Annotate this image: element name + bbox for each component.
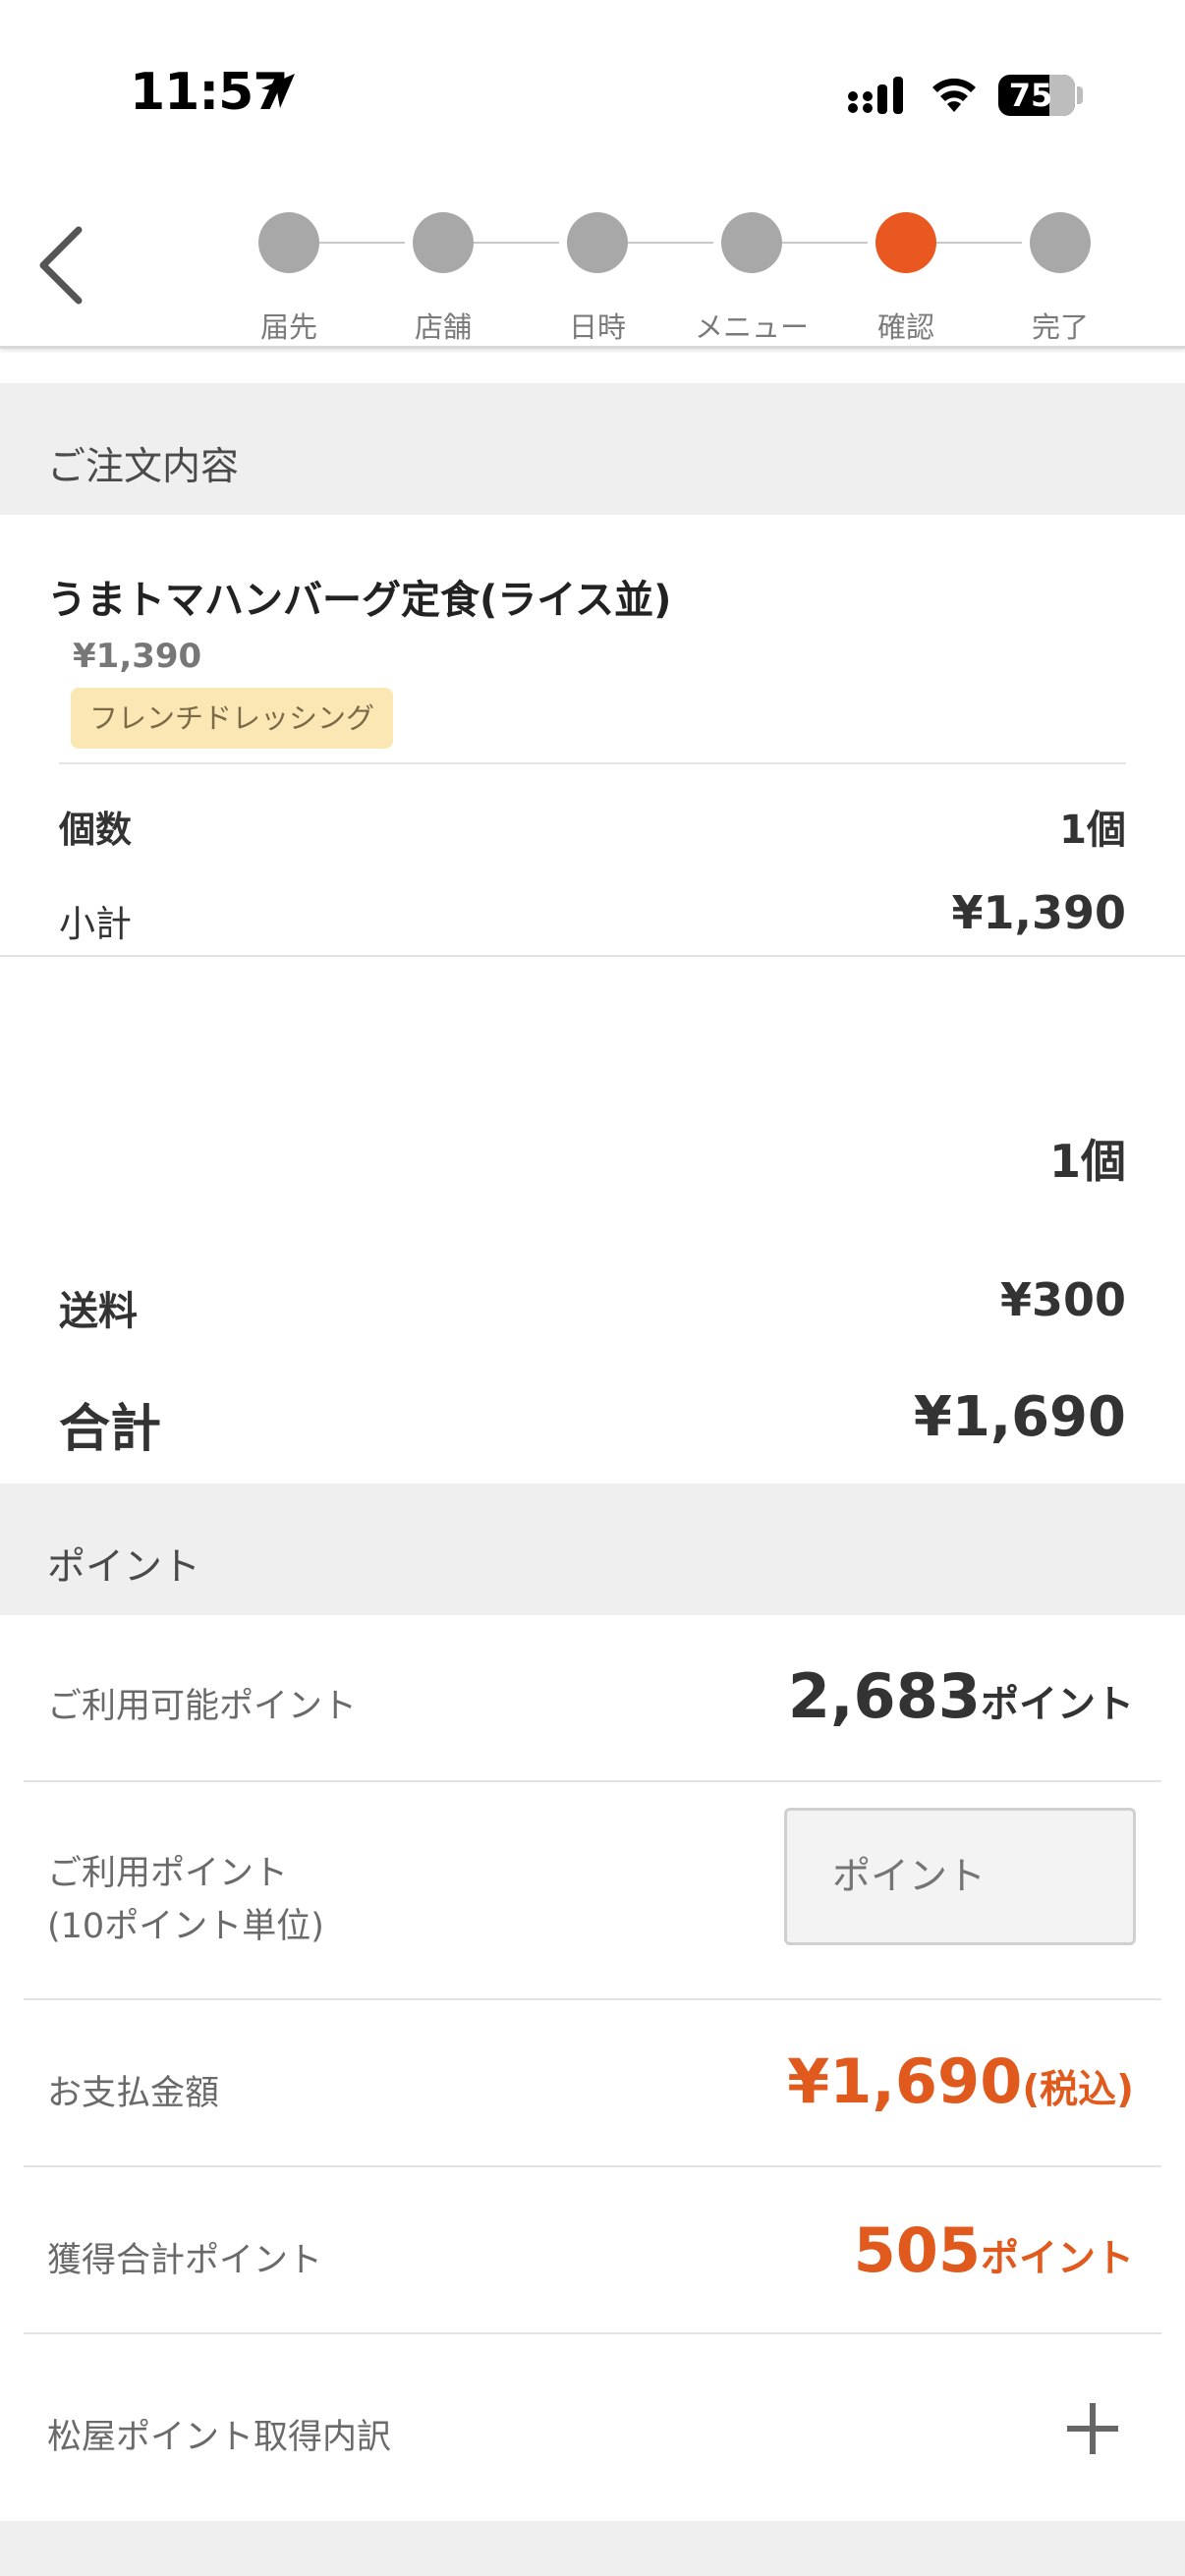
use-points-unit-note: (10ポイント単位): [47, 1907, 324, 1946]
subtotal-label: 小計: [59, 903, 132, 945]
total-count: 1個: [1048, 1135, 1126, 1188]
step-label-confirm: 確認: [876, 310, 934, 344]
payment-amount-label: お支払金額: [47, 2074, 220, 2113]
payment-amount: ¥1,690(税込): [787, 2045, 1134, 2117]
wifi-icon: [928, 73, 981, 120]
item-divider: [59, 762, 1126, 764]
step-label-destination: 届先: [259, 310, 317, 344]
item-name: うまトマハンバーグ定食(ライス並): [47, 578, 672, 623]
step-label-complete: 完了: [1031, 310, 1089, 344]
payment-amount-value: ¥1,690: [787, 2045, 1023, 2117]
earned-points-value: 505: [853, 2214, 981, 2286]
points-section-title: ポイント: [47, 1545, 201, 1590]
points-divider: [24, 2332, 1161, 2334]
step-dot-datetime: [567, 212, 628, 273]
step-label-store: 店舗: [414, 310, 472, 344]
step-dot-destination: [258, 212, 319, 273]
order-section-title: ご注文内容: [47, 445, 240, 489]
expand-plus-icon[interactable]: [1065, 2401, 1120, 2460]
points-breakdown-label[interactable]: 松屋ポイント取得内訳: [47, 2409, 391, 2459]
use-points-label: ご利用ポイント: [47, 1854, 289, 1893]
cellular-signal-icon: [847, 77, 908, 120]
earned-points-label: 獲得合計ポイント: [47, 2241, 323, 2280]
step-dot-menu: [721, 212, 782, 273]
total-value: ¥1,690: [913, 1385, 1126, 1449]
earned-points-unit: ポイント: [980, 2237, 1134, 2281]
battery-icon: 75: [998, 75, 1075, 116]
points-divider: [24, 1998, 1161, 2000]
quantity-label: 個数: [59, 809, 132, 851]
step-label-datetime: 日時: [568, 310, 626, 344]
bottom-section-band: [0, 2521, 1185, 2576]
shipping-label: 送料: [59, 1289, 138, 1334]
subtotal-divider: [0, 955, 1185, 957]
points-divider: [24, 2165, 1161, 2167]
available-points-value: 2,683: [787, 1660, 981, 1732]
earned-points: 505ポイント: [854, 2214, 1134, 2286]
use-points-input[interactable]: [784, 1808, 1136, 1945]
battery-level: 75: [1008, 77, 1053, 114]
points-divider: [24, 1780, 1161, 1782]
option-tag: フレンチドレッシング: [71, 688, 393, 749]
step-dot-complete: [1030, 212, 1091, 273]
total-label: 合計: [59, 1400, 162, 1459]
step-dot-store: [413, 212, 474, 273]
available-points: 2,683ポイント: [788, 1660, 1134, 1732]
location-arrow-icon: [257, 71, 299, 116]
header-divider: [0, 346, 1185, 349]
available-points-label: ご利用可能ポイント: [47, 1687, 358, 1726]
available-points-unit: ポイント: [980, 1683, 1134, 1727]
quantity-value: 1個: [1059, 808, 1126, 853]
step-label-menu: メニュー: [694, 310, 809, 344]
step-dot-confirm: [875, 212, 936, 273]
battery-tip: [1077, 86, 1083, 104]
back-chevron-icon[interactable]: [35, 224, 85, 310]
subtotal-value: ¥1,390: [951, 886, 1126, 939]
item-price: ¥1,390: [73, 637, 202, 676]
shipping-value: ¥300: [999, 1273, 1126, 1326]
payment-tax-note: (税込): [1022, 2068, 1134, 2112]
